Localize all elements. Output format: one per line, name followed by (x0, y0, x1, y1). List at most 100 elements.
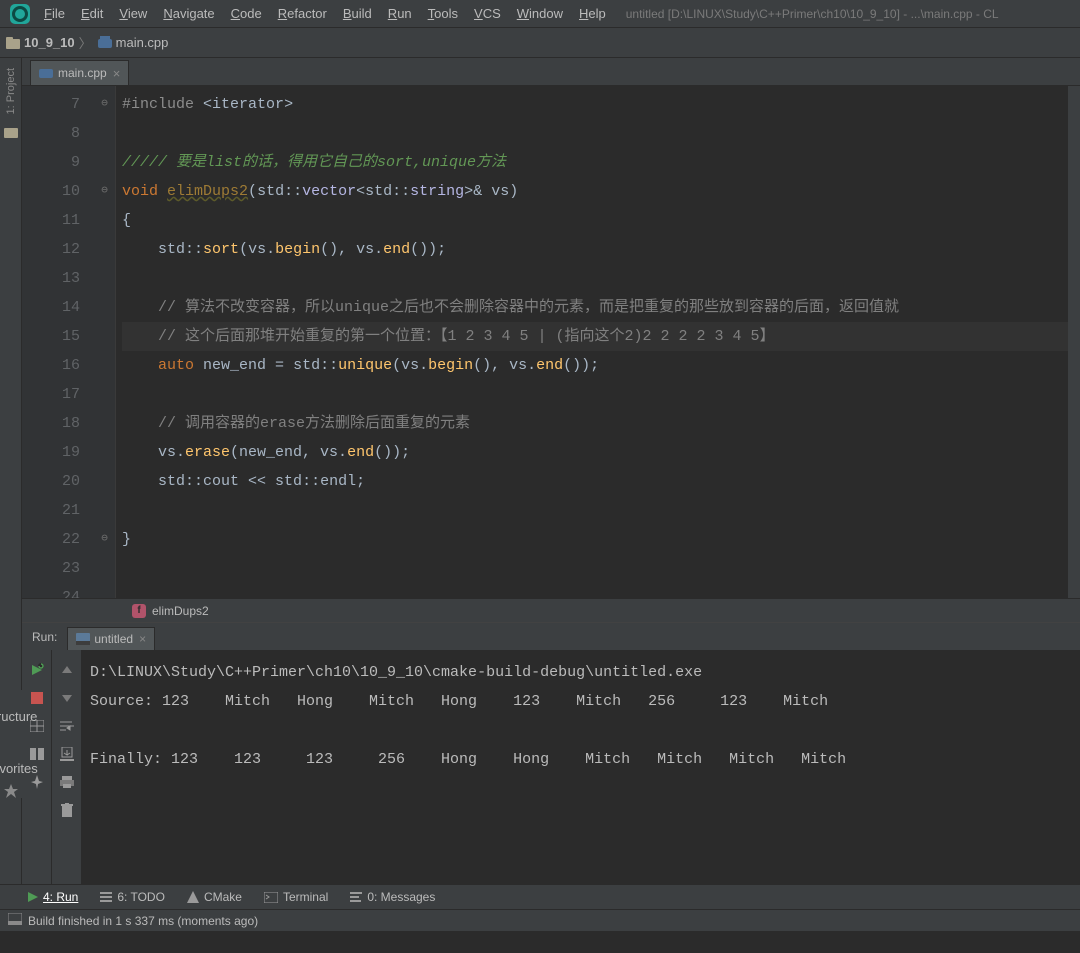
trash-button[interactable] (58, 801, 76, 819)
line-number: 11 (22, 206, 80, 235)
menu-window[interactable]: Window (509, 0, 571, 28)
menu-view[interactable]: View (111, 0, 155, 28)
run-tab-label: untitled (94, 632, 133, 646)
editor-tab-bar: main.cpp × (22, 58, 1080, 86)
run-tab-untitled[interactable]: untitled × (67, 627, 155, 650)
line-number: 23 (22, 554, 80, 583)
code-line[interactable] (122, 583, 1080, 598)
menu-edit[interactable]: Edit (73, 0, 111, 28)
code-line[interactable]: ///// 要是list的话，得用它自己的sort,unique方法 (122, 148, 1080, 177)
code-line[interactable] (122, 380, 1080, 409)
main-body: 1: Project main.cpp × 789101112131415161… (0, 58, 1080, 884)
window-title-path: untitled [D:\LINUX\Study\C++Primer\ch10\… (626, 7, 999, 21)
code-line[interactable]: void elimDups2(std::vector<std::string>&… (122, 177, 1080, 206)
fold-toggle[interactable]: ⊖ (94, 177, 115, 206)
editor-pane: main.cpp × 78910111213141516171819202122… (22, 58, 1080, 884)
menu-navigate[interactable]: Navigate (155, 0, 222, 28)
scroll-to-end-button[interactable] (58, 745, 76, 763)
line-number: 24 (22, 583, 80, 598)
line-number: 8 (22, 119, 80, 148)
line-number: 7 (22, 90, 80, 119)
breadcrumb-file[interactable]: main.cpp (98, 35, 169, 50)
menu-file[interactable]: File (36, 0, 73, 28)
run-console[interactable]: D:\LINUX\Study\C++Primer\ch10\10_9_10\cm… (82, 650, 1080, 884)
editor-structure-crumb-label: elimDups2 (152, 604, 209, 618)
line-number: 20 (22, 467, 80, 496)
editor-scrollbar[interactable] (1068, 86, 1080, 598)
structure-tool-tab[interactable]: 7: Structure (0, 690, 37, 728)
code-line[interactable] (122, 119, 1080, 148)
code-line[interactable]: // 调用容器的erase方法删除后面重复的元素 (122, 409, 1080, 438)
project-tool-tab[interactable]: 1: Project (5, 62, 17, 120)
code-area[interactable]: #include <iterator> ///// 要是list的话，得用它自己的… (116, 86, 1080, 598)
bottom-tab-terminal-label: Terminal (283, 890, 328, 904)
menu-help[interactable]: Help (571, 0, 614, 28)
code-line[interactable]: std::sort(vs.begin(), vs.end()); (122, 235, 1080, 264)
menu-build[interactable]: Build (335, 0, 380, 28)
down-button[interactable] (58, 689, 76, 707)
breadcrumb-file-label: main.cpp (116, 35, 169, 50)
breadcrumb-bar: 10_9_10 〉 main.cpp (0, 28, 1080, 58)
code-line[interactable]: auto new_end = std::unique(vs.begin(), v… (122, 351, 1080, 380)
code-line[interactable]: std::cout << std::endl; (122, 467, 1080, 496)
fold-gutter[interactable]: ⊖ ⊖ ⊖ (94, 86, 116, 598)
cmake-icon (187, 891, 199, 903)
breadcrumb-project-label: 10_9_10 (24, 35, 75, 50)
favorites-tool-tab[interactable]: 2: Favorites (0, 742, 38, 780)
line-number: 10 (22, 177, 80, 206)
bottom-tab-todo[interactable]: 6: TODO (100, 890, 165, 904)
fold-toggle[interactable]: ⊖ (94, 90, 115, 119)
line-number-gutter: 789101112131415161718192021222324 (22, 86, 94, 598)
run-config-icon (76, 633, 90, 645)
line-number: 14 (22, 293, 80, 322)
code-line[interactable] (122, 264, 1080, 293)
menu-refactor[interactable]: Refactor (270, 0, 335, 28)
line-number: 21 (22, 496, 80, 525)
up-button[interactable] (58, 661, 76, 679)
left-tool-gutter-lower: 7: Structure 2: Favorites (0, 690, 22, 798)
editor-tab-main-cpp[interactable]: main.cpp × (30, 60, 129, 85)
bottom-tab-run[interactable]: 4: Run (28, 890, 78, 904)
code-line[interactable]: vs.erase(new_end, vs.end()); (122, 438, 1080, 467)
code-line[interactable]: #include <iterator> (122, 90, 1080, 119)
code-line[interactable] (122, 554, 1080, 583)
editor-tab-label: main.cpp (58, 66, 107, 80)
bottom-tool-tabs: 4: Run 6: TODO CMake Terminal 0: Message… (0, 884, 1080, 909)
close-icon[interactable]: × (139, 632, 146, 646)
bottom-tab-messages[interactable]: 0: Messages (350, 890, 435, 904)
menu-vcs[interactable]: VCS (466, 0, 509, 28)
bottom-tab-terminal[interactable]: Terminal (264, 890, 328, 904)
run-header-label: Run: (32, 630, 57, 644)
code-editor[interactable]: 789101112131415161718192021222324 ⊖⊖⊖ #i… (22, 86, 1080, 598)
run-tool-window: Run: untitled × (22, 622, 1080, 884)
menu-bar: FileEditViewNavigateCodeRefactorBuildRun… (0, 0, 1080, 28)
folder-icon (4, 126, 18, 140)
fold-toggle[interactable]: ⊖ (94, 525, 115, 554)
line-number: 9 (22, 148, 80, 177)
code-line[interactable]: // 这个后面那堆开始重复的第一个位置：【1 2 3 4 5 | (指向这个2)… (122, 322, 1080, 351)
status-text: Build finished in 1 s 337 ms (moments ag… (28, 914, 258, 928)
line-number: 19 (22, 438, 80, 467)
menu-run[interactable]: Run (380, 0, 420, 28)
menu-tools[interactable]: Tools (420, 0, 466, 28)
status-window-icon[interactable] (8, 913, 22, 928)
code-line[interactable]: { (122, 206, 1080, 235)
close-icon[interactable]: × (113, 66, 121, 81)
line-number: 22 (22, 525, 80, 554)
code-line[interactable] (122, 496, 1080, 525)
cpp-file-icon (98, 36, 112, 50)
print-button[interactable] (58, 773, 76, 791)
rerun-button[interactable] (28, 661, 46, 679)
code-line[interactable]: } (122, 525, 1080, 554)
menu-code[interactable]: Code (223, 0, 270, 28)
status-bar: Build finished in 1 s 337 ms (moments ag… (0, 909, 1080, 931)
function-icon: f (132, 604, 146, 618)
line-number: 15 (22, 322, 80, 351)
editor-structure-crumb[interactable]: f elimDups2 (22, 598, 1080, 622)
bottom-tab-run-label: 4: Run (43, 890, 78, 904)
code-line[interactable]: // 算法不改变容器，所以unique之后也不会删除容器中的元素，而是把重复的那… (122, 293, 1080, 322)
softwrap-button[interactable] (58, 717, 76, 735)
run-header: Run: untitled × (22, 623, 1080, 650)
bottom-tab-cmake[interactable]: CMake (187, 890, 242, 904)
breadcrumb-project[interactable]: 10_9_10 〉 (6, 33, 96, 52)
